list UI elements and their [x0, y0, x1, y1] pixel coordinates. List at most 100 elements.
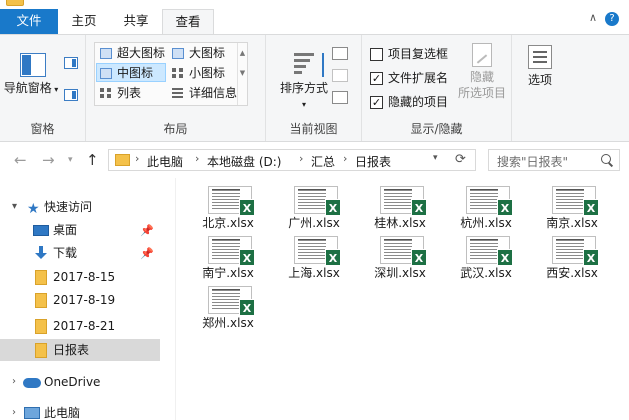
- chevron-right-icon[interactable]: ›: [343, 152, 347, 165]
- nav-item-downloads[interactable]: 下载 📌: [0, 242, 160, 264]
- sort-icon: [294, 51, 324, 77]
- breadcrumb-daily-report[interactable]: 日报表: [355, 153, 391, 170]
- file-item[interactable]: X 深圳.xlsx: [361, 228, 439, 294]
- layout-small-icons[interactable]: 小图标: [169, 64, 225, 83]
- chevron-right-icon[interactable]: ›: [135, 152, 139, 165]
- search-icon[interactable]: [601, 154, 613, 166]
- file-item[interactable]: X 武汉.xlsx: [447, 228, 525, 294]
- tab-file[interactable]: 文件: [0, 9, 58, 34]
- layout-details[interactable]: 详细信息: [169, 84, 237, 103]
- help-icon[interactable]: ?: [605, 12, 619, 26]
- folder-icon: [35, 343, 47, 358]
- excel-file-icon: X: [380, 186, 427, 216]
- recent-locations-chevron-icon[interactable]: ▾: [68, 155, 73, 165]
- layout-gallery-scroll[interactable]: ▲ ▼: [237, 43, 247, 105]
- hide-selected-items-button: 隐藏 所选项目: [454, 43, 510, 101]
- navigation-pane: ▾ ★ 快速访问 桌面 📌 下载 📌 2017-8-15 2017-8-19 2…: [0, 178, 176, 420]
- details-pane-icon[interactable]: [64, 89, 78, 101]
- add-columns-icon: [332, 69, 348, 82]
- file-item[interactable]: X 郑州.xlsx: [189, 278, 267, 344]
- nav-item-folder[interactable]: 2017-8-19: [0, 289, 160, 311]
- excel-file-icon: X: [466, 236, 513, 266]
- small-icons-icon: [172, 68, 184, 79]
- address-dropdown-icon[interactable]: ▾: [433, 153, 438, 163]
- search-input[interactable]: 搜索"日报表": [488, 149, 620, 171]
- ribbon-group-show-hide: 项目复选框 ✓ 文件扩展名 ✓ 隐藏的项目 隐藏 所选项目 显示/隐藏: [362, 35, 512, 141]
- excel-file-icon: X: [208, 186, 255, 216]
- forward-arrow-icon[interactable]: →: [42, 151, 55, 169]
- navigation-pane-label: 导航窗格 ▾: [3, 81, 59, 95]
- file-name: 西安.xlsx: [546, 266, 598, 280]
- folder-icon: [35, 270, 47, 285]
- chevron-right-icon[interactable]: ›: [195, 152, 199, 165]
- collapse-ribbon-icon[interactable]: ∧: [589, 11, 597, 24]
- chevron-right-icon[interactable]: ›: [299, 152, 303, 165]
- onedrive-icon: [23, 378, 41, 388]
- ribbon-group-layout: 超大图标 大图标 中图标 小图标 列表 详细信息 ▲ ▼ 布局: [86, 35, 266, 141]
- details-icon: [172, 88, 183, 99]
- ribbon-group-label: 显示/隐藏: [410, 122, 463, 136]
- checkbox-checked[interactable]: ✓: [370, 96, 383, 109]
- checkbox[interactable]: [370, 48, 383, 61]
- tab-share[interactable]: 共享: [110, 9, 162, 34]
- group-by-icon[interactable]: [332, 47, 348, 60]
- star-icon: ★: [27, 201, 40, 217]
- folder-icon: [35, 319, 47, 334]
- nav-item-daily-report[interactable]: 日报表: [0, 339, 160, 361]
- file-extensions-toggle[interactable]: ✓ 文件扩展名: [370, 69, 448, 87]
- options-button[interactable]: 选项: [516, 45, 564, 97]
- layout-medium-icons[interactable]: 中图标: [96, 63, 166, 82]
- file-item[interactable]: X 西安.xlsx: [533, 228, 611, 294]
- ribbon-group-label: 窗格: [30, 122, 55, 136]
- nav-item-folder[interactable]: 2017-8-15: [0, 266, 160, 288]
- file-name: 武汉.xlsx: [460, 266, 512, 280]
- desktop-icon: [33, 225, 49, 236]
- up-arrow-icon[interactable]: ↑: [86, 151, 99, 169]
- file-list: X 北京.xlsx X 广州.xlsx X 桂林.xlsx X 杭州.xlsx …: [177, 178, 629, 420]
- layout-extra-large-icons[interactable]: 超大图标: [97, 44, 165, 63]
- navigation-pane-button[interactable]: 导航窗格 ▾: [2, 41, 60, 101]
- folder-icon: [6, 0, 24, 6]
- excel-file-icon: X: [208, 236, 255, 266]
- ribbon-group-label: 当前视图: [289, 122, 338, 136]
- breadcrumb-summary[interactable]: 汇总: [311, 153, 335, 170]
- expand-arrow-icon[interactable]: ▾: [12, 196, 17, 218]
- excel-file-icon: X: [208, 286, 255, 316]
- pin-icon[interactable]: 📌: [140, 220, 154, 242]
- back-arrow-icon[interactable]: ←: [14, 151, 27, 169]
- size-columns-icon[interactable]: [332, 91, 348, 104]
- ribbon-group-panes: 导航窗格 ▾ 窗格: [0, 35, 86, 141]
- layout-list[interactable]: 列表: [97, 84, 141, 103]
- sort-by-button[interactable]: 排序方式 ▾: [274, 41, 330, 109]
- collapse-arrow-icon[interactable]: ›: [12, 371, 16, 393]
- file-item[interactable]: X 上海.xlsx: [275, 228, 353, 294]
- nav-quick-access[interactable]: ▾ ★ 快速访问: [0, 196, 160, 218]
- pin-icon[interactable]: 📌: [140, 243, 154, 265]
- excel-file-icon: X: [552, 236, 599, 266]
- ribbon-group-label: 布局: [163, 122, 188, 136]
- excel-file-icon: X: [466, 186, 513, 216]
- ribbon: 导航窗格 ▾ 窗格 超大图标 大图标 中图标 小图标 列表 详细信息 ▲ ▼ 布局…: [0, 34, 629, 142]
- layout-large-icons[interactable]: 大图标: [169, 44, 225, 63]
- item-checkboxes-toggle[interactable]: 项目复选框: [370, 45, 448, 63]
- address-bar[interactable]: › 此电脑 › 本地磁盘 (D:) › 汇总 › 日报表 ▾ ⟳: [108, 149, 476, 171]
- checkbox-checked[interactable]: ✓: [370, 72, 383, 85]
- tab-view[interactable]: 查看: [162, 9, 214, 35]
- large-icons-icon: [172, 48, 184, 59]
- tab-home[interactable]: 主页: [58, 9, 110, 34]
- nav-item-desktop[interactable]: 桌面 📌: [0, 219, 160, 241]
- options-icon: [528, 45, 552, 69]
- breadcrumb-this-pc[interactable]: 此电脑: [147, 153, 183, 170]
- nav-this-pc[interactable]: › 此电脑: [0, 402, 160, 420]
- nav-onedrive[interactable]: › OneDrive: [0, 371, 160, 393]
- file-name: 郑州.xlsx: [202, 316, 254, 330]
- file-name: 上海.xlsx: [288, 266, 340, 280]
- hidden-items-toggle[interactable]: ✓ 隐藏的项目: [370, 93, 448, 111]
- refresh-icon[interactable]: ⟳: [455, 152, 466, 167]
- preview-pane-icon[interactable]: [64, 57, 78, 69]
- ribbon-group-current-view: 排序方式 ▾ 当前视图: [266, 35, 362, 141]
- breadcrumb-local-disk[interactable]: 本地磁盘 (D:): [207, 153, 281, 170]
- this-pc-icon: [24, 407, 40, 419]
- collapse-arrow-icon[interactable]: ›: [12, 402, 16, 420]
- nav-item-folder[interactable]: 2017-8-21: [0, 315, 160, 337]
